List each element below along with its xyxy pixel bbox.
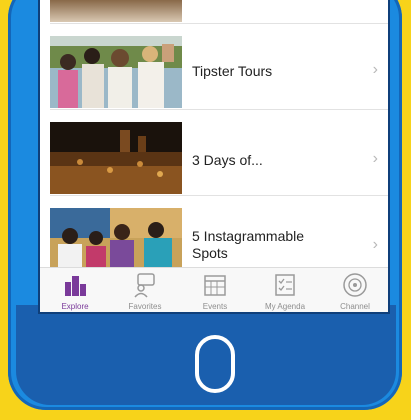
chevron-right-icon: › <box>372 236 378 253</box>
tab-my-agenda[interactable]: My Agenda <box>250 268 320 312</box>
tab-explore[interactable]: Explore <box>40 268 110 312</box>
tab-label: Explore <box>61 302 89 311</box>
buildings-icon <box>65 276 86 296</box>
home-button[interactable] <box>195 335 235 393</box>
tab-channel[interactable]: Channel <box>320 268 388 312</box>
chevron-right-icon: › <box>372 61 378 78</box>
list-item-partial[interactable] <box>40 0 388 24</box>
broadcast-icon <box>343 273 367 297</box>
calendar-icon <box>204 275 226 296</box>
tab-favorites[interactable]: Favorites <box>110 268 180 312</box>
list-item-title: 3 Days of... <box>192 152 263 168</box>
chat-user-icon <box>134 273 155 298</box>
list-item-3-days[interactable]: 3 Days of... › <box>40 116 388 196</box>
list-divider <box>50 195 388 196</box>
list-thumbnail <box>50 122 182 194</box>
list-item-title: 5 Instagrammable Spots <box>192 228 305 261</box>
tab-label: Events <box>202 302 228 311</box>
tab-label: Favorites <box>128 302 162 311</box>
list-thumbnail <box>50 0 182 22</box>
checklist-icon <box>275 274 295 296</box>
chevron-right-icon: › <box>372 150 378 167</box>
list-item-tipster-tours[interactable]: Tipster Tours › <box>40 30 388 110</box>
tab-label: Channel <box>340 302 370 311</box>
list-thumbnail <box>50 36 182 108</box>
list-divider <box>50 23 388 24</box>
list-item-title: Tipster Tours <box>192 63 273 79</box>
tab-label: My Agenda <box>264 302 306 311</box>
tab-bar: Explore Favorites Events My Agenda Chann… <box>40 267 388 312</box>
tab-events[interactable]: Events <box>180 268 250 312</box>
app-screen: Tipster Tours › 3 Days of... › 5 Instagr… <box>38 0 390 314</box>
list-divider <box>50 109 388 110</box>
